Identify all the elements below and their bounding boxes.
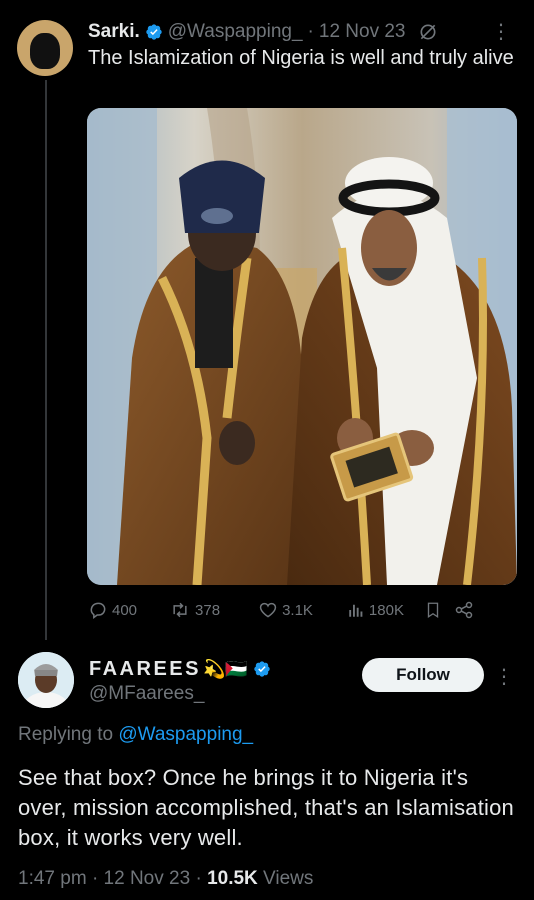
tweet2-handle[interactable]: @MFaarees_ bbox=[89, 683, 204, 705]
like-button[interactable]: 3.1K bbox=[258, 600, 313, 620]
retweet-icon bbox=[173, 602, 187, 618]
verified-badge-icon bbox=[145, 23, 163, 41]
tweet1-handle[interactable]: @Waspapping_ bbox=[168, 21, 303, 43]
avatar-silhouette bbox=[30, 33, 60, 69]
replying-to-line: Replying to @Waspapping_ bbox=[18, 724, 253, 746]
heart-icon bbox=[259, 602, 277, 618]
more-options-icon[interactable]: ⋮ bbox=[494, 667, 514, 687]
bookmark-icon bbox=[427, 602, 439, 619]
tweet2-views-count[interactable]: 10.5K bbox=[207, 868, 258, 889]
reply-button[interactable]: 400 bbox=[88, 600, 137, 620]
reply-count: 400 bbox=[112, 601, 138, 619]
share-button[interactable] bbox=[454, 600, 474, 620]
retweet-count: 378 bbox=[195, 601, 221, 619]
tweet2-author-name[interactable]: FAAREES bbox=[89, 658, 201, 681]
replying-prefix: Replying to bbox=[18, 724, 114, 745]
follow-button[interactable]: Follow bbox=[362, 658, 484, 692]
tweet2-time[interactable]: 1:47 pm bbox=[18, 868, 87, 889]
faarees-avatar[interactable] bbox=[18, 652, 74, 708]
views-button[interactable]: 180K bbox=[347, 601, 404, 619]
tweet1-author-name[interactable]: Sarki. bbox=[88, 21, 140, 43]
tweet2-views-label: Views bbox=[263, 868, 314, 889]
retweet-button[interactable]: 378 bbox=[169, 600, 220, 620]
tweet1-action-bar: 400 378 3.1K 180K bbox=[88, 596, 518, 624]
like-count: 3.1K bbox=[282, 601, 313, 619]
bookmark-button[interactable] bbox=[424, 600, 442, 620]
share-icon bbox=[455, 601, 473, 619]
view-count: 180K bbox=[368, 601, 404, 619]
replying-to-mention[interactable]: @Waspapping_ bbox=[118, 724, 253, 745]
name-emojis: 💫🇵🇸 bbox=[202, 658, 248, 679]
tweet2-date[interactable]: 12 Nov 23 bbox=[104, 868, 191, 889]
more-options-icon[interactable]: ⋮ bbox=[491, 22, 511, 42]
separator-dot: · bbox=[307, 21, 314, 42]
grok-icon[interactable] bbox=[418, 22, 438, 42]
thread-connector-line bbox=[45, 80, 47, 640]
tweet2-text: See that box? Once he brings it to Niger… bbox=[18, 765, 514, 850]
separator-dot: · bbox=[91, 868, 99, 889]
reply-icon bbox=[90, 602, 106, 619]
tweet2-author-name-row: FAAREES 💫🇵🇸 bbox=[89, 656, 271, 682]
tweet1-photo[interactable] bbox=[87, 108, 517, 585]
tweet1-header: Sarki. @Waspapping_ · 12 Nov 23 bbox=[88, 17, 524, 47]
tweet1-date[interactable]: 12 Nov 23 bbox=[319, 21, 406, 43]
separator-dot: · bbox=[195, 868, 202, 889]
tweet2-meta: 1:47 pm · 12 Nov 23 · 10.5K Views bbox=[18, 868, 313, 890]
sarki-avatar[interactable] bbox=[17, 20, 73, 76]
tweet1-text: The Islamization of Nigeria is well and … bbox=[88, 47, 514, 69]
verified-badge-icon bbox=[253, 660, 271, 678]
analytics-icon bbox=[349, 604, 363, 617]
